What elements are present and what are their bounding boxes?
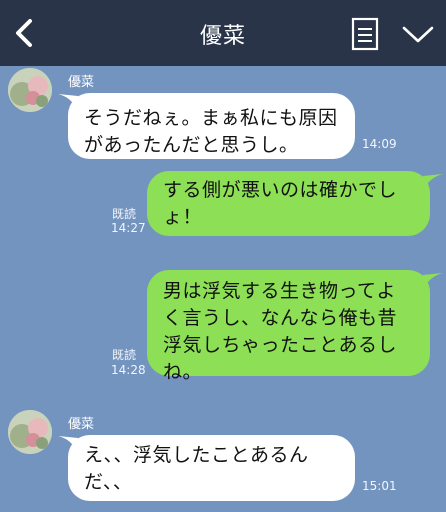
chat-header: 優菜 xyxy=(0,0,446,66)
document-list-icon xyxy=(351,17,379,51)
avatar[interactable] xyxy=(8,68,52,112)
back-button[interactable] xyxy=(8,16,42,50)
sender-name: 優菜 xyxy=(68,75,95,90)
chevron-down-icon xyxy=(402,26,434,43)
message-time: 15:01 xyxy=(362,479,397,493)
read-receipt: 既読 xyxy=(112,348,137,362)
message-time: 14:27 xyxy=(111,221,146,235)
message-bubble[interactable]: する側が悪いのは確かでしょ！ xyxy=(147,171,430,236)
profile-photo-icon xyxy=(8,410,52,454)
message-bubble[interactable]: 男は浮気する生き物ってよく言うし、なんなら俺も昔浮気しちゃったことあるしね。 xyxy=(147,270,430,383)
message-text: そうだねぇ。まぁ私にも原因があったんだと思うし。 xyxy=(84,107,338,156)
read-receipt: 既読 xyxy=(112,207,137,221)
sender-name: 優菜 xyxy=(68,417,95,432)
bubble-tail xyxy=(423,273,443,289)
notes-button[interactable] xyxy=(350,17,380,51)
message-time: 14:28 xyxy=(111,363,146,377)
more-options-button[interactable] xyxy=(400,22,436,46)
chevron-left-icon xyxy=(16,19,32,47)
message-time: 14:09 xyxy=(362,137,397,151)
message-text: する側が悪いのは確かでしょ！ xyxy=(163,179,398,228)
message-text: 男は浮気する生き物ってよく言うし、なんなら俺も昔浮気しちゃったことあるしね。 xyxy=(163,280,398,383)
profile-photo-icon xyxy=(8,68,52,112)
message-bubble[interactable]: そうだねぇ。まぁ私にも原因があったんだと思うし。 xyxy=(68,93,355,159)
bubble-tail xyxy=(423,174,443,190)
message-text: え、、浮気したことあるんだ、、 xyxy=(84,444,309,493)
message-bubble[interactable]: え、、浮気したことあるんだ、、 xyxy=(68,435,355,501)
avatar[interactable] xyxy=(8,410,52,454)
